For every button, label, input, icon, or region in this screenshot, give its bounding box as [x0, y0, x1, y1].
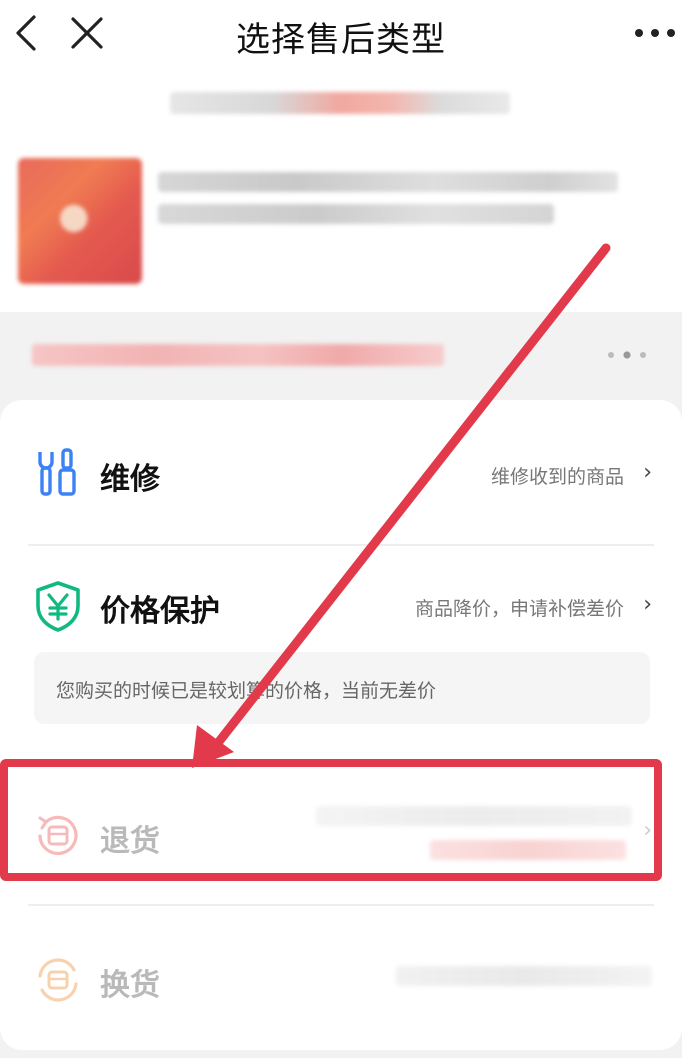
return-box-icon — [38, 815, 78, 856]
service-status-strip — [0, 312, 682, 402]
more-horizontal-icon — [635, 29, 675, 37]
option-price-protect-label: 价格保护 — [100, 594, 220, 629]
product-thumbnail[interactable] — [18, 158, 142, 284]
exchange-description-blurred — [396, 966, 652, 986]
divider — [28, 904, 654, 906]
product-title-line-2 — [158, 204, 554, 224]
more-dots-icon[interactable] — [606, 350, 648, 360]
product-title-line-1 — [158, 172, 618, 192]
order-info-blurred — [170, 92, 510, 114]
wrench-screwdriver-icon — [38, 448, 76, 496]
yen-shield-icon — [36, 581, 80, 632]
chevron-right-icon: › — [643, 818, 652, 843]
return-subtext-blurred — [430, 840, 626, 860]
after-sale-options-card: 维修 维修收到的商品 › 价格保护 商品降价，申请补偿差价 › 您购买的时候已是… — [0, 400, 682, 1050]
option-return[interactable]: 退货 › — [0, 770, 682, 900]
product-summary — [0, 66, 682, 312]
exchange-box-icon — [38, 958, 78, 1002]
option-exchange-label: 换货 — [100, 968, 160, 1003]
page-title: 选择售后类型 — [236, 20, 446, 60]
option-repair-description: 维修收到的商品 — [490, 466, 624, 488]
more-button[interactable] — [630, 8, 680, 58]
price-protect-note-text: 您购买的时候已是较划算的价格，当前无差价 — [56, 680, 437, 702]
option-exchange[interactable]: 换货 — [0, 908, 682, 1038]
option-price-protect-description: 商品降价，申请补偿差价 — [414, 598, 624, 620]
service-status-blurred — [32, 344, 444, 366]
option-repair-label: 维修 — [100, 462, 160, 497]
chevron-right-icon: › — [643, 592, 652, 617]
option-repair[interactable]: 维修 维修收到的商品 › — [0, 410, 682, 540]
chevron-right-icon: › — [643, 460, 652, 485]
option-return-label: 退货 — [100, 824, 160, 859]
return-description-blurred — [316, 806, 632, 826]
nav-header: 选择售后类型 — [0, 0, 682, 66]
price-protect-note: 您购买的时候已是较划算的价格，当前无差价 — [34, 652, 650, 724]
